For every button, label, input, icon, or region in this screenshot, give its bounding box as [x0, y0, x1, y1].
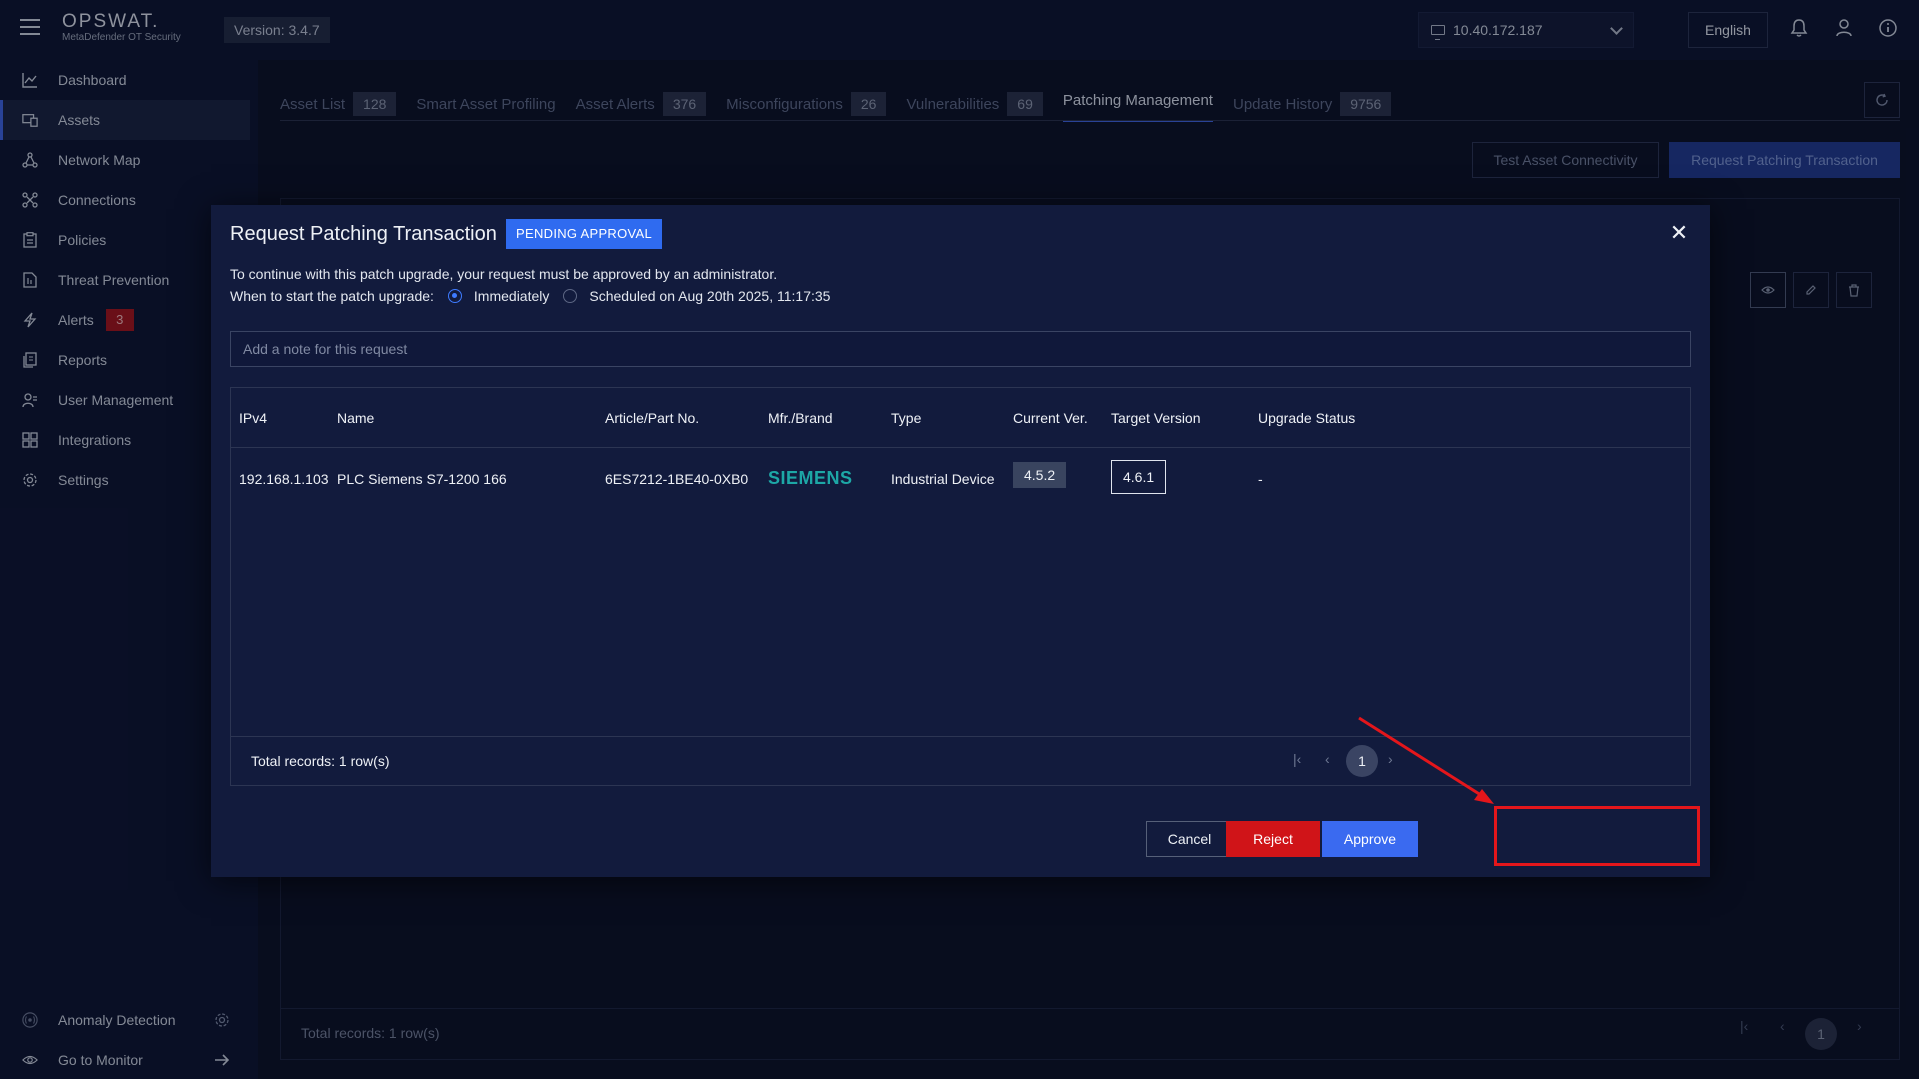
radio-scheduled-label: Scheduled on Aug 20th 2025, 11:17:35 — [589, 288, 831, 304]
column-header: Type — [891, 410, 922, 426]
target-version-select[interactable]: 4.6.1 — [1111, 460, 1167, 494]
total-records: Total records: 1 row(s) — [251, 753, 390, 769]
cell-name: PLC Siemens S7-1200 166 — [337, 471, 507, 487]
column-header: Mfr./Brand — [768, 410, 833, 426]
cell-upgrade-status: - — [1258, 471, 1263, 487]
siemens-logo: SIEMENS — [768, 468, 853, 488]
close-icon[interactable]: ✕ — [1669, 222, 1689, 244]
reject-button[interactable]: Reject — [1226, 821, 1320, 857]
column-header: IPv4 — [239, 410, 268, 426]
prev-page-icon[interactable]: ‹ — [1325, 751, 1330, 767]
schedule-options: When to start the patch upgrade: Immedia… — [230, 288, 830, 304]
column-header: Upgrade Status — [1258, 410, 1356, 426]
page-number[interactable]: 1 — [1346, 745, 1378, 777]
cell-ipv4: 192.168.1.103 — [239, 471, 329, 487]
request-patching-modal: Request Patching Transaction PENDING APP… — [211, 205, 1710, 877]
action-highlight-box — [1494, 806, 1700, 866]
approve-button[interactable]: Approve — [1322, 821, 1418, 857]
patch-table: IPv4 Name Article/Part No. Mfr./Brand Ty… — [230, 387, 1691, 786]
first-page-icon[interactable]: |‹ — [1293, 751, 1301, 767]
current-version-badge: 4.5.2 — [1013, 462, 1067, 488]
radio-scheduled[interactable] — [563, 289, 578, 303]
column-header: Target Version — [1111, 410, 1201, 426]
note-input[interactable]: Add a note for this request — [230, 331, 1691, 367]
column-header: Name — [337, 410, 375, 426]
modal-title: Request Patching Transaction — [230, 223, 497, 245]
pending-approval-badge: PENDING APPROVAL — [506, 219, 663, 249]
radio-immediately-label: Immediately — [473, 288, 550, 304]
approval-description: To continue with this patch upgrade, you… — [230, 266, 778, 282]
cancel-button[interactable]: Cancel — [1146, 821, 1233, 857]
cell-type: Industrial Device — [891, 471, 995, 487]
schedule-label: When to start the patch upgrade: — [230, 288, 434, 304]
column-header: Article/Part No. — [605, 410, 700, 426]
cell-article: 6ES7212-1BE40-0XB0 — [605, 471, 749, 487]
radio-immediately[interactable] — [447, 289, 462, 303]
table-footer: Total records: 1 row(s) |‹ ‹ 1 › — [231, 736, 1690, 785]
column-header: Current Ver. — [1013, 410, 1088, 426]
next-page-icon[interactable]: › — [1388, 751, 1393, 767]
table-header: IPv4 Name Article/Part No. Mfr./Brand Ty… — [231, 388, 1690, 448]
